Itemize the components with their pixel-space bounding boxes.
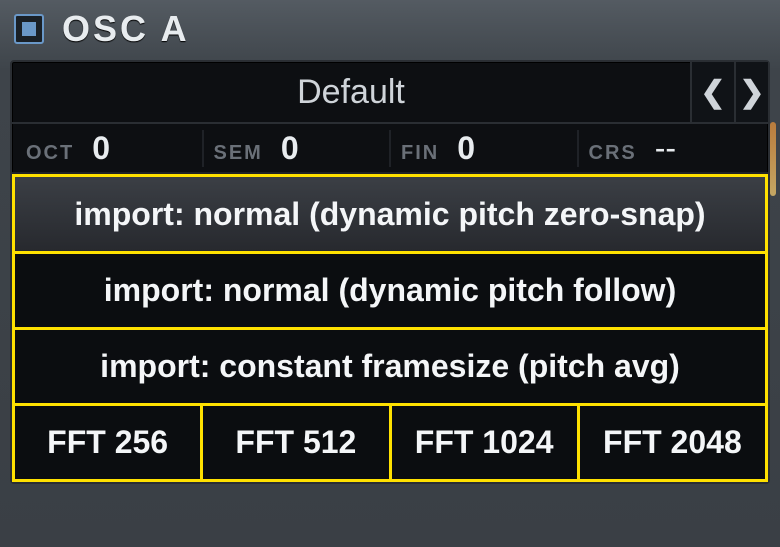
octave-value: 0 [92,130,110,167]
square-icon [22,22,36,36]
menu-item-label: import: normal (dynamic pitch zero-snap) [74,196,705,233]
oscillator-title-bar: OSC A [0,0,780,60]
menu-item-label: import: constant framesize (pitch avg) [100,348,680,385]
preset-next-button[interactable]: ❯ [734,62,768,122]
menu-item-import-zero-snap[interactable]: import: normal (dynamic pitch zero-snap) [12,174,768,254]
menu-item-label: import: normal (dynamic pitch follow) [104,272,676,309]
octave-label: OCT [26,142,74,165]
semitone-value: 0 [281,130,299,167]
fine-control[interactable]: FIN 0 [391,130,579,167]
menu-item-fft-1024[interactable]: FFT 1024 [392,406,580,482]
preset-name-display[interactable]: Default [12,62,690,122]
semitone-label: SEM [214,142,263,165]
fft-row: FFT 256 FFT 512 FFT 1024 FFT 2048 [12,406,768,482]
menu-item-label: FFT 512 [235,424,356,461]
fine-label: FIN [401,142,439,165]
menu-item-fft-256[interactable]: FFT 256 [12,406,203,482]
menu-item-label: FFT 256 [47,424,168,461]
octave-control[interactable]: OCT 0 [16,130,204,167]
coarse-label: CRS [589,142,637,165]
coarse-control[interactable]: CRS -- [579,130,765,167]
oscillator-title: OSC A [62,8,190,50]
menu-item-fft-512[interactable]: FFT 512 [203,406,391,482]
osc-enable-toggle[interactable] [14,14,44,44]
semitone-control[interactable]: SEM 0 [204,130,392,167]
menu-item-import-constant-framesize[interactable]: import: constant framesize (pitch avg) [12,330,768,406]
oscillator-panel: Default ❮ ❯ OCT 0 SEM 0 FIN 0 CRS -- imp… [10,60,770,484]
chevron-left-icon: ❮ [700,75,725,110]
chevron-right-icon: ❯ [739,75,764,110]
fine-value: 0 [457,130,475,167]
menu-item-import-pitch-follow[interactable]: import: normal (dynamic pitch follow) [12,254,768,330]
menu-item-label: FFT 1024 [415,424,554,461]
coarse-value: -- [655,130,676,167]
tuning-row: OCT 0 SEM 0 FIN 0 CRS -- [12,124,768,174]
menu-item-fft-2048[interactable]: FFT 2048 [580,406,768,482]
preset-row: Default ❮ ❯ [12,62,768,124]
menu-item-label: FFT 2048 [603,424,742,461]
preset-prev-button[interactable]: ❮ [690,62,734,122]
scrollbar[interactable] [770,122,776,196]
